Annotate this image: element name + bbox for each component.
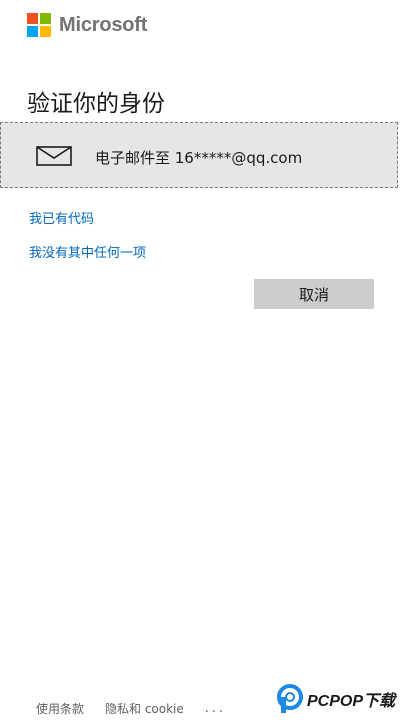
microsoft-logo-icon <box>27 13 51 37</box>
none-of-these-link[interactable]: 我没有其中任何一项 <box>29 242 146 261</box>
have-code-link[interactable]: 我已有代码 <box>29 208 94 227</box>
logo-blue-square <box>27 26 38 37</box>
watermark-text: PCPOP下载 <box>307 693 396 710</box>
email-option-label: 电子邮件至 16*****@qq.com <box>95 149 303 167</box>
email-verification-option[interactable]: 电子邮件至 16*****@qq.com <box>0 122 398 188</box>
verify-identity-page: Microsoft 验证你的身份 电子邮件至 16*****@qq.com 我已… <box>0 0 400 720</box>
privacy-cookie-link[interactable]: 隐私和 cookie <box>105 700 184 717</box>
pcpop-logo-icon <box>277 684 303 713</box>
page-title: 验证你的身份 <box>27 91 165 117</box>
pcpop-watermark: PCPOP下载 <box>276 684 395 714</box>
microsoft-brand: Microsoft <box>27 13 147 37</box>
more-options-button[interactable]: ... <box>205 701 226 716</box>
brand-name: Microsoft <box>59 13 148 36</box>
logo-green-square <box>40 13 51 24</box>
cancel-button[interactable]: 取消 <box>254 279 374 309</box>
mail-icon <box>36 146 72 166</box>
logo-red-square <box>27 13 38 24</box>
footer: 使用条款 隐私和 cookie ... <box>36 700 226 717</box>
terms-link[interactable]: 使用条款 <box>36 700 84 717</box>
logo-yellow-square <box>40 26 51 37</box>
